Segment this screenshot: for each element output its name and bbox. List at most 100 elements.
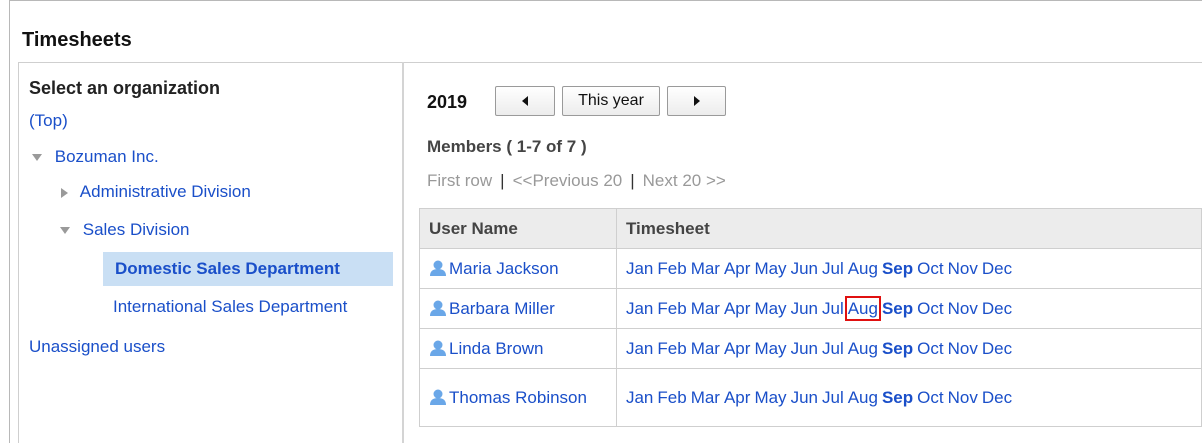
org-international[interactable]: International Sales Department [113,297,347,317]
pager-separator: | [630,171,635,190]
month-link-oct[interactable]: Oct [917,299,943,318]
org-domestic-label[interactable]: Domestic Sales Department [115,259,340,279]
month-link-jul[interactable]: Jul [822,299,844,318]
month-link-mar[interactable]: Mar [691,259,720,278]
month-link-sep[interactable]: Sep [882,339,913,358]
month-link-feb[interactable]: Feb [657,259,686,278]
month-link-may[interactable]: May [754,388,786,407]
month-link-sep[interactable]: Sep [882,388,913,407]
month-link-mar[interactable]: Mar [691,299,720,318]
timesheet-table: User Name Timesheet Maria Jackson Jan Feb M… [419,208,1202,427]
org-sales-division-label[interactable]: Sales Division [83,220,190,239]
this-year-label: This year [578,92,644,109]
month-link-sep[interactable]: Sep [882,299,913,318]
collapse-icon[interactable] [60,227,70,235]
month-link-feb[interactable]: Feb [657,388,686,407]
table-row: Maria Jackson Jan Feb Mar Apr May Jun Jul Aug Sep… [419,248,1202,289]
table-row: Barbara Miller Jan Feb Mar Apr May Jun Jul Aug Se… [419,288,1202,329]
org-company[interactable]: Bozuman Inc. [32,147,159,167]
user-icon [430,340,446,356]
timesheet-cell: Jan Feb Mar Apr May Jun Jul Aug Sep Oct Nov Dec [615,368,1202,427]
month-link-jan[interactable]: Jan [626,388,653,407]
month-link-oct[interactable]: Oct [917,388,943,407]
month-link-jan[interactable]: Jan [626,259,653,278]
month-link-nov[interactable]: Nov [948,339,978,358]
month-link-jan[interactable]: Jan [626,339,653,358]
month-link-aug[interactable]: Aug [844,295,881,321]
month-link-nov[interactable]: Nov [948,259,978,278]
user-icon [430,260,446,276]
user-link[interactable]: Maria Jackson [429,258,559,279]
timesheet-cell: Jan Feb Mar Apr May Jun Jul Aug Sep Oct Nov Dec [615,248,1202,289]
month-link-feb[interactable]: Feb [657,299,686,318]
month-link-mar[interactable]: Mar [691,339,720,358]
org-unassigned-label[interactable]: Unassigned users [29,337,165,356]
month-link-dec[interactable]: Dec [982,299,1012,318]
user-name[interactable]: Thomas Robinson [449,388,587,407]
month-link-jun[interactable]: Jun [791,299,818,318]
month-link-oct[interactable]: Oct [917,259,943,278]
org-domestic-selected[interactable]: Domestic Sales Department [103,252,393,286]
org-company-label[interactable]: Bozuman Inc. [55,147,159,166]
org-top-link[interactable]: (Top) [29,111,68,131]
month-link-jun[interactable]: Jun [791,259,818,278]
month-link-jan[interactable]: Jan [626,299,653,318]
user-name[interactable]: Linda Brown [449,339,544,358]
month-link-sep[interactable]: Sep [882,259,913,278]
month-link-jul[interactable]: Jul [822,388,844,407]
org-unassigned[interactable]: Unassigned users [29,337,165,357]
month-link-aug[interactable]: Aug [848,339,878,358]
month-link-apr[interactable]: Apr [724,388,750,407]
expand-icon[interactable] [61,187,68,198]
year-label: 2019 [427,92,468,112]
timesheet-cell: Jan Feb Mar Apr May Jun Jul Aug Sep Oct Nov Dec [615,288,1202,329]
user-name[interactable]: Barbara Miller [449,299,555,318]
month-link-aug[interactable]: Aug [848,259,878,278]
pager-next: Next 20 >> [642,171,726,190]
month-link-dec[interactable]: Dec [982,388,1012,407]
month-link-apr[interactable]: Apr [724,339,750,358]
user-link[interactable]: Linda Brown [429,338,544,359]
month-link-nov[interactable]: Nov [948,299,978,318]
prev-year-button[interactable] [495,86,555,116]
collapse-icon[interactable] [32,154,42,162]
month-link-nov[interactable]: Nov [948,388,978,407]
month-link-apr[interactable]: Apr [724,259,750,278]
month-link-apr[interactable]: Apr [724,299,750,318]
user-cell: Barbara Miller [419,288,617,329]
column-header-timesheet: Timesheet [615,208,1202,249]
month-link-jun[interactable]: Jun [791,339,818,358]
user-icon [430,300,446,316]
month-link-oct[interactable]: Oct [917,339,943,358]
month-link-may[interactable]: May [754,299,786,318]
sidebar-splitter[interactable] [402,62,404,443]
this-year-button[interactable]: This year [562,86,660,116]
month-link-jun[interactable]: Jun [791,388,818,407]
page-title: Timesheets [22,29,132,51]
org-sales-division[interactable]: Sales Division [60,220,190,240]
user-link[interactable]: Thomas Robinson [429,387,587,408]
column-header-user: User Name [419,208,617,249]
month-link-feb[interactable]: Feb [657,339,686,358]
user-icon [430,389,446,405]
user-cell: Maria Jackson [419,248,617,289]
org-international-label[interactable]: International Sales Department [113,297,347,316]
month-link-dec[interactable]: Dec [982,339,1012,358]
members-count: Members ( 1-7 of 7 ) [427,137,587,156]
month-link-mar[interactable]: Mar [691,388,720,407]
next-year-button[interactable] [667,86,726,116]
org-admin-division-label[interactable]: Administrative Division [80,182,251,201]
org-top-label[interactable]: (Top) [29,111,68,130]
month-link-may[interactable]: May [754,339,786,358]
org-admin-division[interactable]: Administrative Division [61,182,251,202]
month-link-dec[interactable]: Dec [982,259,1012,278]
caret-right-icon [693,96,700,106]
user-link[interactable]: Barbara Miller [429,298,555,319]
user-name[interactable]: Maria Jackson [449,259,559,278]
month-link-jul[interactable]: Jul [822,259,844,278]
month-link-aug[interactable]: Aug [848,388,878,407]
month-link-jul[interactable]: Jul [822,339,844,358]
user-cell: Thomas Robinson [419,368,617,427]
month-link-may[interactable]: May [754,259,786,278]
table-row: Thomas Robinson Jan Feb Mar Apr May Jun Jul Aug S… [419,368,1202,427]
